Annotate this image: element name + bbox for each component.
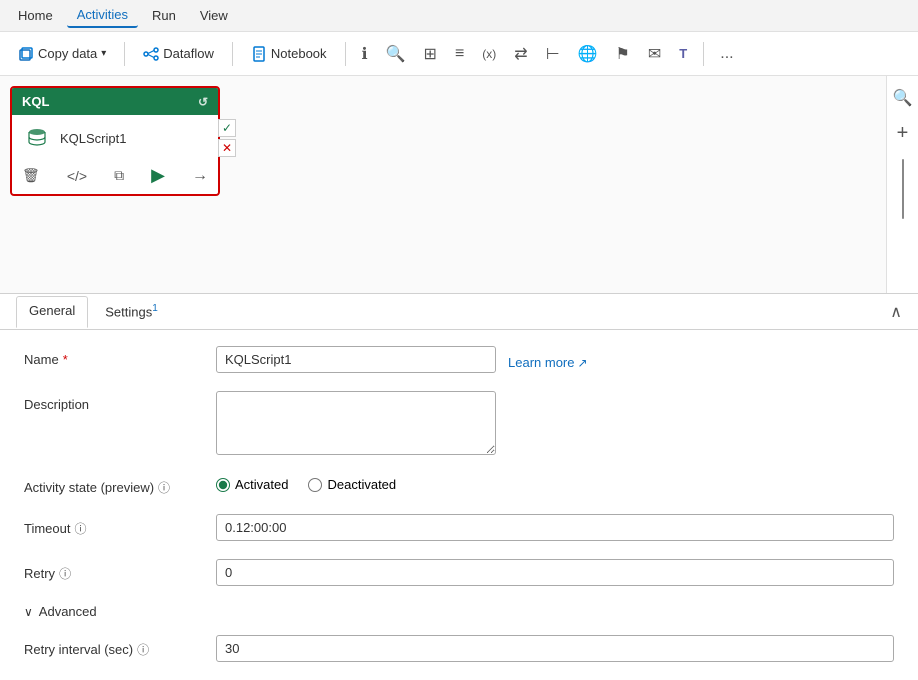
- separator-2: [232, 42, 233, 66]
- canvas-search-icon[interactable]: 🔍: [889, 84, 917, 112]
- deactivated-radio[interactable]: [308, 478, 322, 492]
- external-link-icon: ↗: [577, 356, 587, 370]
- search-icon[interactable]: 🔍: [380, 40, 412, 68]
- activity-state-row: Activity state (preview) ⓘ Activated Dea…: [24, 473, 894, 496]
- retry-row: Retry ⓘ: [24, 559, 894, 586]
- canvas-add-icon[interactable]: +: [893, 118, 913, 149]
- advanced-chevron-icon: ∨: [24, 605, 33, 619]
- copy-data-label: Copy data: [38, 46, 97, 61]
- menu-bar: Home Activities Run View: [0, 0, 918, 32]
- menu-view[interactable]: View: [190, 4, 238, 27]
- flag-icon[interactable]: ⚑: [610, 40, 636, 68]
- activity-name: KQLScript1: [60, 131, 126, 146]
- list-icon[interactable]: ≡: [449, 41, 470, 67]
- name-input[interactable]: [216, 346, 496, 373]
- activity-state-label: Activity state (preview) ⓘ: [24, 473, 204, 496]
- collapse-icon[interactable]: ∧: [890, 302, 902, 322]
- status-check-icon[interactable]: ✓: [218, 119, 236, 137]
- activity-refresh-icon[interactable]: ↺: [198, 95, 208, 109]
- toolbar: Copy data ▾ Dataflow Notebook ℹ 🔍 ⊞ ≡ (x…: [0, 32, 918, 76]
- advanced-label: Advanced: [39, 604, 97, 619]
- canvas-right-panel: 🔍 +: [886, 76, 918, 293]
- tab-general[interactable]: General: [16, 296, 88, 327]
- activity-actions: 🗑 </> ⧉ ▶ →: [12, 161, 218, 194]
- notebook-icon: [251, 46, 267, 62]
- canvas-area: KQL ↺ KQLScript1 ✓ ✕: [0, 76, 918, 294]
- props-tabs: General Settings1 ∧: [0, 294, 918, 330]
- learn-more-link[interactable]: Learn more ↗: [508, 349, 588, 370]
- email-icon[interactable]: ✉: [642, 40, 667, 68]
- separator-1: [124, 42, 125, 66]
- retry-interval-input[interactable]: [216, 635, 894, 662]
- props-tabs-left: General Settings1: [16, 296, 171, 326]
- activity-header-icons: ↺: [198, 95, 208, 109]
- deactivated-label: Deactivated: [327, 477, 396, 492]
- retry-label: Retry ⓘ: [24, 559, 204, 582]
- activated-radio[interactable]: [216, 478, 230, 492]
- table-icon[interactable]: ⊞: [418, 40, 443, 68]
- activity-state-info-icon[interactable]: ⓘ: [158, 479, 170, 496]
- notebook-label: Notebook: [271, 46, 327, 61]
- menu-home[interactable]: Home: [8, 4, 63, 27]
- activity-title: KQL: [22, 94, 49, 109]
- copy-icon[interactable]: ⧉: [114, 167, 124, 184]
- timeout-input[interactable]: [216, 514, 894, 541]
- dataflow-icon: [143, 46, 159, 62]
- advanced-toggle[interactable]: ∨ Advanced: [24, 604, 894, 619]
- tab-settings[interactable]: Settings1: [92, 296, 171, 326]
- name-label: Name *: [24, 346, 204, 367]
- activity-state-radio-group: Activated Deactivated: [216, 473, 396, 492]
- kql-db-icon: [22, 123, 52, 153]
- copy-data-button[interactable]: Copy data ▾: [10, 42, 114, 66]
- activity-body: KQLScript1: [12, 115, 218, 161]
- next-icon[interactable]: →: [192, 167, 208, 185]
- globe-icon[interactable]: 🌐: [572, 40, 604, 68]
- activity-header: KQL ↺: [12, 88, 218, 115]
- settings-badge: 1: [152, 303, 158, 314]
- menu-activities[interactable]: Activities: [67, 3, 138, 28]
- timeout-row: Timeout ⓘ: [24, 514, 894, 541]
- code-icon[interactable]: </>: [67, 168, 87, 184]
- props-panel: General Settings1 ∧ Name * Learn more ↗: [0, 294, 918, 680]
- timeout-label: Timeout ⓘ: [24, 514, 204, 537]
- dataflow-button[interactable]: Dataflow: [135, 42, 222, 66]
- pipeline-icon[interactable]: ⇄: [508, 40, 533, 68]
- deactivated-radio-label[interactable]: Deactivated: [308, 477, 396, 492]
- status-x-icon[interactable]: ✕: [218, 139, 236, 157]
- description-label: Description: [24, 391, 204, 412]
- branch-icon[interactable]: ⊢: [540, 40, 566, 68]
- menu-run[interactable]: Run: [142, 4, 186, 27]
- activated-label: Activated: [235, 477, 288, 492]
- retry-interval-row: Retry interval (sec) ⓘ: [24, 635, 894, 662]
- description-row: Description: [24, 391, 894, 455]
- notebook-button[interactable]: Notebook: [243, 42, 335, 66]
- retry-input[interactable]: [216, 559, 894, 586]
- canvas-scrollbar[interactable]: [902, 159, 904, 219]
- name-input-row: Learn more ↗: [216, 346, 588, 373]
- dataflow-label: Dataflow: [163, 46, 214, 61]
- separator-4: [703, 42, 704, 66]
- timeout-info-icon[interactable]: ⓘ: [74, 520, 86, 537]
- copy-data-icon: [18, 46, 34, 62]
- name-required: *: [63, 352, 68, 367]
- run-icon[interactable]: ▶: [151, 165, 165, 186]
- retry-interval-label: Retry interval (sec) ⓘ: [24, 635, 204, 658]
- activated-radio-label[interactable]: Activated: [216, 477, 288, 492]
- settings-tab-label: Settings: [105, 305, 152, 320]
- more-icon[interactable]: ...: [714, 41, 739, 67]
- separator-3: [345, 42, 346, 66]
- activity-node-kql: KQL ↺ KQLScript1 ✓ ✕: [10, 86, 220, 196]
- form-area: Name * Learn more ↗ Description Activity…: [0, 330, 918, 680]
- description-input[interactable]: [216, 391, 496, 455]
- retry-info-icon[interactable]: ⓘ: [59, 565, 71, 582]
- variable-icon[interactable]: (x): [476, 43, 502, 65]
- delete-icon[interactable]: 🗑: [22, 167, 40, 184]
- copy-data-chevron: ▾: [101, 48, 106, 59]
- teams-icon[interactable]: T: [673, 42, 693, 65]
- name-row: Name * Learn more ↗: [24, 346, 894, 373]
- info-icon[interactable]: ℹ: [356, 40, 374, 68]
- retry-interval-info-icon[interactable]: ⓘ: [137, 641, 149, 658]
